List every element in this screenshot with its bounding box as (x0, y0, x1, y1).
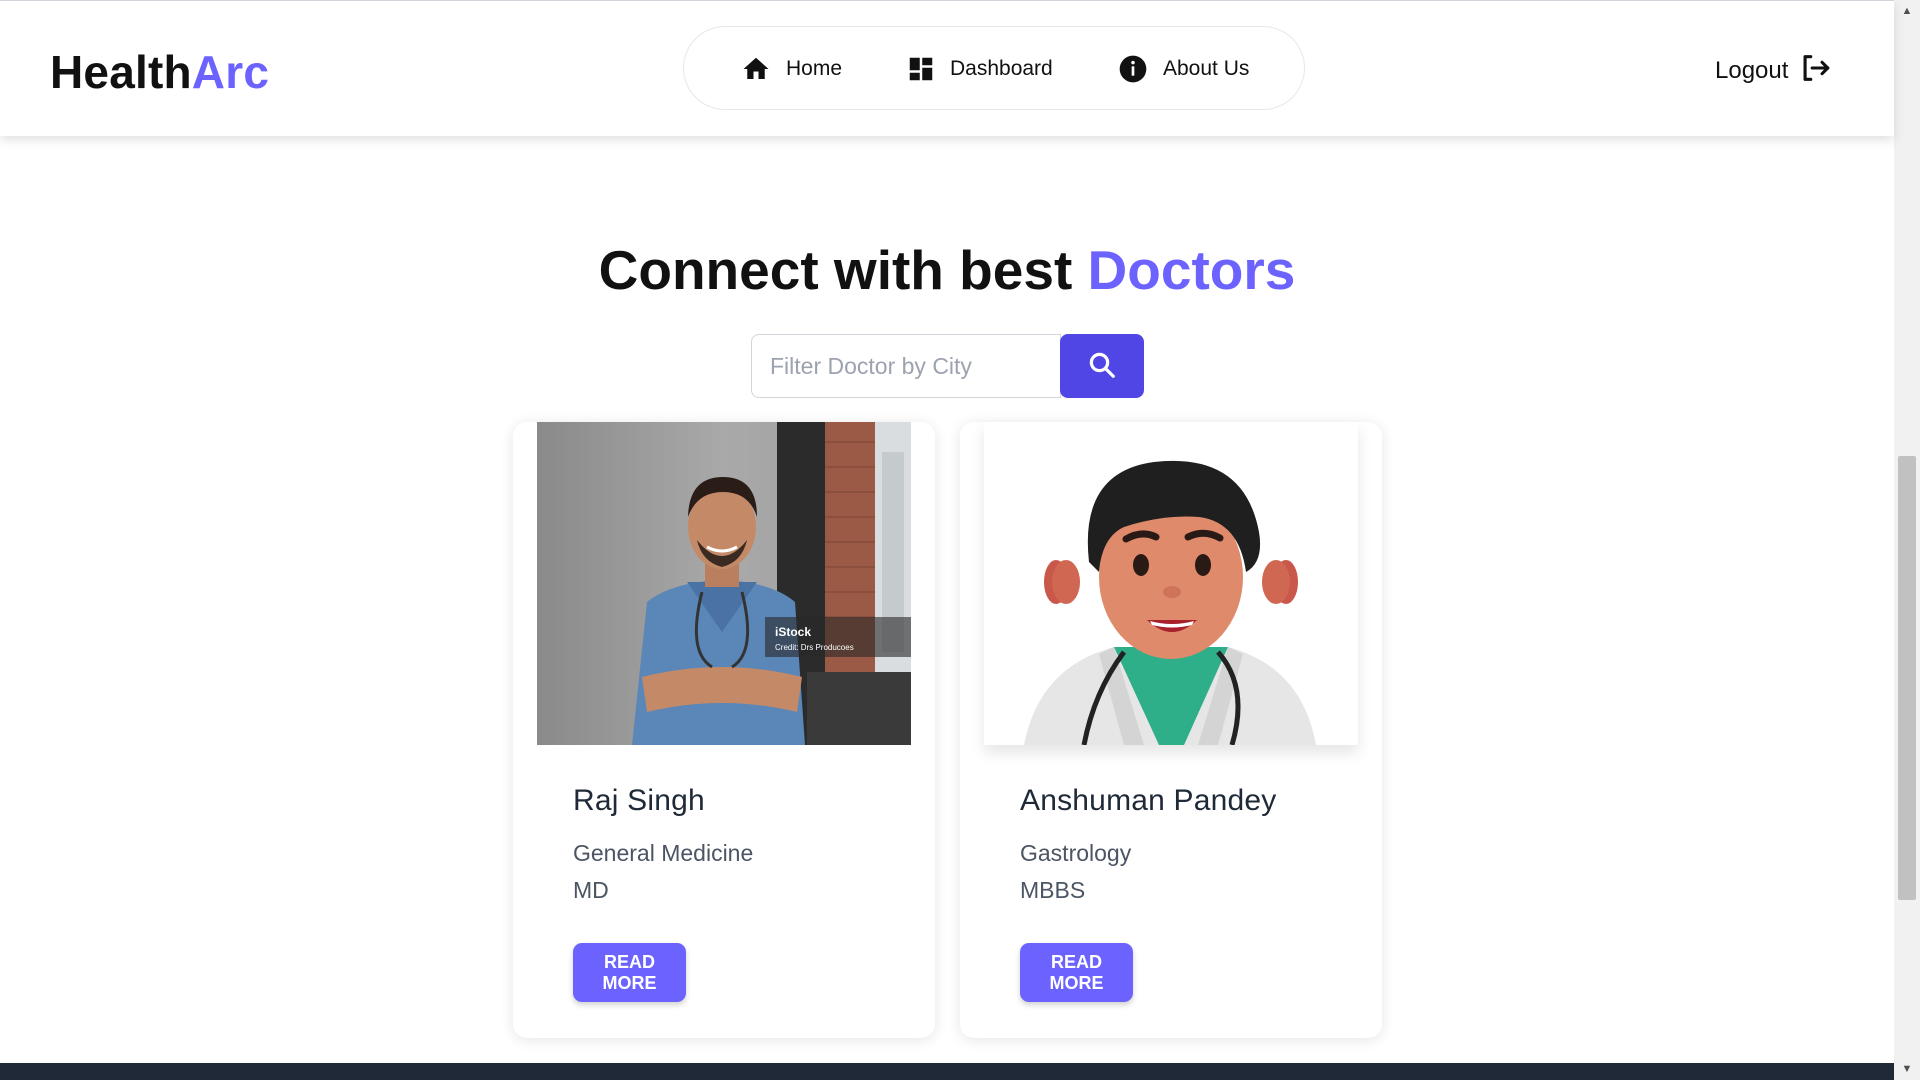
doctor-name: Raj Singh (573, 784, 705, 817)
doctor-degree: MBBS (1020, 877, 1086, 903)
read-more-button[interactable]: READ MORE (573, 943, 686, 1002)
photo-watermark: iStock (775, 625, 811, 639)
city-filter-input[interactable] (751, 334, 1061, 398)
read-more-button[interactable]: READ MORE (1020, 943, 1133, 1002)
doctor-photo: iStock Credit: Drs Producoes (537, 422, 911, 745)
doctor-avatar (984, 422, 1358, 745)
search-button[interactable] (1060, 334, 1144, 398)
logout-button[interactable]: Logout (1715, 51, 1832, 91)
home-icon (740, 54, 772, 84)
brand-name-part1: Health (50, 46, 192, 98)
brand-logo[interactable]: HealthArc (50, 43, 269, 101)
nav-item-about-us[interactable]: About Us (1117, 49, 1249, 89)
dashboard-icon (906, 54, 936, 84)
nav-item-home[interactable]: Home (740, 49, 842, 89)
page: HealthArc Home Dashboard About Us Logout… (0, 0, 1894, 1080)
doctor-specialization: General Medicine (573, 840, 754, 866)
photo-credit: Credit: Drs Producoes (775, 643, 854, 652)
nav-item-label: Home (786, 57, 843, 80)
nav-item-label: Dashboard (950, 57, 1053, 80)
search-icon (1087, 350, 1117, 383)
nav-menu: Home Dashboard About Us (683, 26, 1305, 110)
info-icon (1117, 53, 1149, 85)
nav-item-label: About Us (1163, 57, 1250, 80)
city-filter (751, 334, 1144, 398)
brand-name-part2: Arc (191, 46, 270, 98)
scroll-up-arrow-icon[interactable]: ▲ (1894, 0, 1920, 22)
logout-label: Logout (1715, 57, 1789, 84)
scroll-down-arrow-icon[interactable]: ▼ (1894, 1058, 1920, 1080)
page-heading: Connect with best Doctors (0, 235, 1894, 305)
top-navbar: HealthArc Home Dashboard About Us Logout (0, 0, 1894, 136)
doctor-degree: MD (573, 877, 609, 903)
scrollbar-thumb[interactable] (1898, 456, 1916, 900)
doctor-card: iStock Credit: Drs Producoes Raj Singh G… (513, 422, 935, 1038)
doctor-name: Anshuman Pandey (1020, 784, 1277, 817)
nav-item-dashboard[interactable]: Dashboard (906, 49, 1053, 89)
vertical-scrollbar[interactable]: ▲ ▼ (1894, 0, 1920, 1080)
logout-icon (1798, 51, 1832, 92)
heading-text: Connect with best (598, 239, 1073, 301)
doctor-card: Anshuman Pandey Gastrology MBBS READ MOR… (960, 422, 1382, 1038)
footer (0, 1063, 1894, 1080)
doctor-specialization: Gastrology (1020, 840, 1132, 866)
heading-accent: Doctors (1087, 239, 1296, 301)
